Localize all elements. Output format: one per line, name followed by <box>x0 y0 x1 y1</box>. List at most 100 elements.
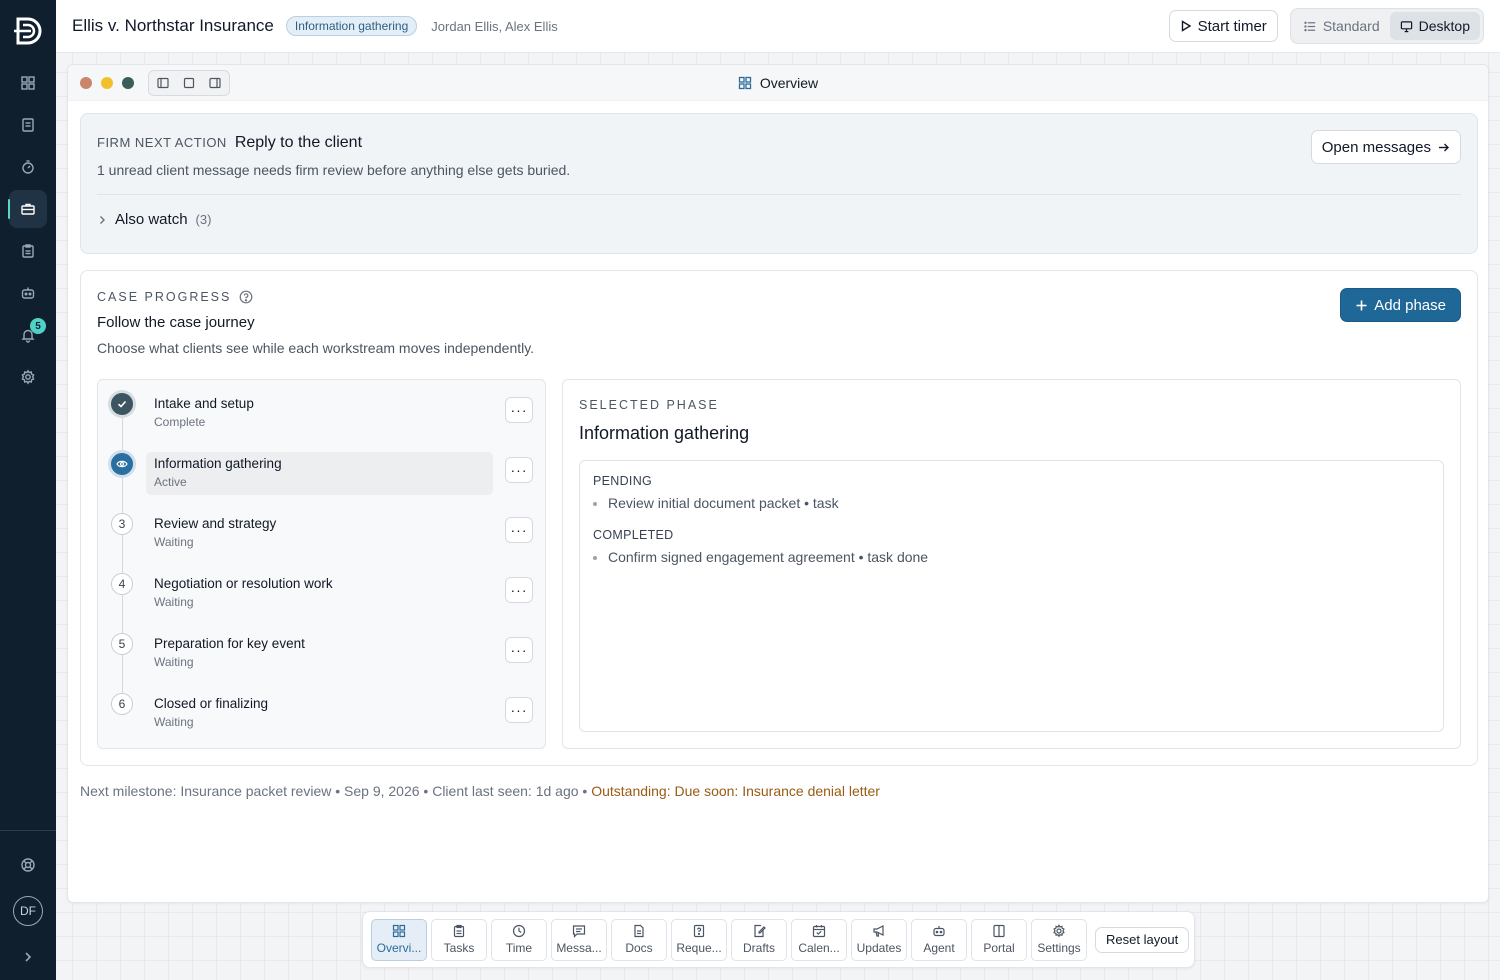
view-standard-option[interactable]: Standard <box>1294 12 1390 40</box>
calendar-icon <box>812 925 826 938</box>
outstanding-text[interactable]: Outstanding: Due soon: Insurance denial … <box>591 783 880 799</box>
also-watch-count: (3) <box>195 212 212 227</box>
phase-item[interactable]: 4 Negotiation or resolution work Waiting… <box>98 560 545 620</box>
window-close-dot[interactable] <box>80 76 92 89</box>
rail-notifications-button[interactable]: 5 <box>9 316 47 354</box>
next-action-headline: Reply to the client <box>234 134 363 151</box>
phase-more-button[interactable]: ··· <box>505 517 533 543</box>
case-progress-header: Case progress <box>97 290 253 304</box>
next-action-header: Firm next action Reply to the client <box>97 134 362 152</box>
phase-more-button[interactable]: ··· <box>505 397 533 423</box>
tab-agent[interactable]: Agent <box>911 918 967 961</box>
tab-settings[interactable]: Settings <box>1031 918 1087 961</box>
dock-left-button[interactable] <box>151 73 175 93</box>
pending-label: PENDING <box>593 474 653 488</box>
tab-label: Updates <box>856 941 902 955</box>
phase-status: Complete <box>154 415 206 429</box>
dock-center-button[interactable] <box>177 73 201 93</box>
top-header: Ellis v. Northstar Insurance Information… <box>56 0 1500 53</box>
next-action-eyebrow: Firm next action <box>97 135 227 150</box>
tab-updates[interactable]: Updates <box>851 918 907 961</box>
list-item[interactable]: Review initial document packet • task <box>608 495 839 511</box>
gear-icon <box>1053 924 1065 938</box>
tab-messages[interactable]: Messa... <box>551 918 607 961</box>
panel-full-icon <box>183 77 195 88</box>
reset-layout-button[interactable]: Reset layout <box>1095 926 1190 953</box>
phase-item[interactable]: Intake and setup Complete ··· <box>98 380 545 440</box>
tab-label: Agent <box>923 941 955 955</box>
window-controls <box>80 76 134 89</box>
window-maximize-dot[interactable] <box>122 76 134 89</box>
message-icon <box>572 925 586 938</box>
tab-calendar[interactable]: Calen... <box>791 918 847 961</box>
left-rail: 5 DF <box>0 0 56 980</box>
tab-drafts[interactable]: Drafts <box>731 918 787 961</box>
selected-phase-eyebrow: Selected phase <box>579 398 719 412</box>
tab-docs[interactable]: Docs <box>611 918 667 961</box>
briefcase-icon <box>21 203 35 215</box>
tab-overview[interactable]: Overvi... <box>371 918 427 961</box>
panel-right-icon <box>209 77 221 88</box>
case-title: Ellis v. Northstar Insurance <box>72 16 274 35</box>
completed-label: COMPLETED <box>593 528 674 542</box>
case-progress-title: Follow the case journey <box>97 314 255 331</box>
gear-icon <box>21 369 35 385</box>
completed-list: Confirm signed engagement agreement • ta… <box>608 549 928 565</box>
next-action-description: 1 unread client message needs firm revie… <box>97 162 571 178</box>
phase-status: Active <box>154 475 187 489</box>
tab-time[interactable]: Time <box>491 918 547 961</box>
phase-marker: 4 <box>111 573 133 595</box>
also-watch-label: Also watch <box>115 211 188 228</box>
tab-label: Tasks <box>443 941 475 955</box>
rail-settings-button[interactable] <box>9 358 47 396</box>
also-watch-toggle[interactable]: Also watch (3) <box>97 211 211 228</box>
phase-name: Negotiation or resolution work <box>154 576 333 591</box>
tab-label: Time <box>505 941 533 955</box>
app-logo-icon[interactable] <box>11 14 45 48</box>
phase-more-button[interactable]: ··· <box>505 457 533 483</box>
avatar[interactable]: DF <box>13 896 43 926</box>
tab-portal[interactable]: Portal <box>971 918 1027 961</box>
tab-tasks[interactable]: Tasks <box>431 918 487 961</box>
list-item[interactable]: Confirm signed engagement agreement • ta… <box>608 549 928 565</box>
phase-marker: 5 <box>111 633 133 655</box>
case-progress-eyebrow: Case progress <box>97 290 232 304</box>
list-icon <box>1304 21 1315 31</box>
view-desktop-label: Desktop <box>1418 18 1470 34</box>
rail-help-button[interactable] <box>9 846 47 884</box>
eye-icon <box>116 460 128 468</box>
grid-icon <box>392 924 406 938</box>
rail-cases-button[interactable] <box>8 190 47 228</box>
phase-item[interactable]: 5 Preparation for key event Waiting ··· <box>98 620 545 680</box>
rail-timer-button[interactable] <box>9 148 47 186</box>
milestone-text: Next milestone: Insurance packet review … <box>80 783 592 799</box>
phase-more-button[interactable]: ··· <box>505 697 533 723</box>
phase-item[interactable]: 3 Review and strategy Waiting ··· <box>98 500 545 560</box>
phase-item[interactable]: 6 Closed or finalizing Waiting ··· <box>98 680 545 740</box>
rail-dashboard-button[interactable] <box>9 64 47 102</box>
help-circle-icon[interactable] <box>239 290 253 304</box>
phase-more-button[interactable]: ··· <box>505 637 533 663</box>
phase-marker <box>111 453 133 475</box>
phase-item-selected[interactable]: Information gathering Active ··· <box>98 440 545 500</box>
open-messages-button[interactable]: Open messages <box>1310 130 1461 164</box>
phase-status: Waiting <box>154 655 194 669</box>
start-timer-button[interactable]: Start timer <box>1168 10 1278 42</box>
rail-expand-button[interactable] <box>9 938 47 976</box>
rail-nav: 5 <box>8 64 47 396</box>
rail-clipboard-button[interactable] <box>9 232 47 270</box>
open-messages-label: Open messages <box>1321 138 1431 156</box>
add-phase-button[interactable]: Add phase <box>1340 288 1461 322</box>
edit-document-icon <box>754 924 766 938</box>
view-desktop-option[interactable]: Desktop <box>1389 12 1480 40</box>
phase-more-button[interactable]: ··· <box>505 577 533 603</box>
window-minimize-dot[interactable] <box>101 76 113 89</box>
rail-agent-button[interactable] <box>9 274 47 312</box>
dock-right-button[interactable] <box>203 73 227 93</box>
lifebuoy-icon <box>21 858 35 872</box>
pending-list: Review initial document packet • task <box>608 495 839 511</box>
case-clients: Jordan Ellis, Alex Ellis <box>431 18 558 34</box>
overview-window: Overview Firm next action Reply to the c… <box>67 64 1489 903</box>
rail-documents-button[interactable] <box>9 106 47 144</box>
tab-requests[interactable]: Reque... <box>671 918 727 961</box>
